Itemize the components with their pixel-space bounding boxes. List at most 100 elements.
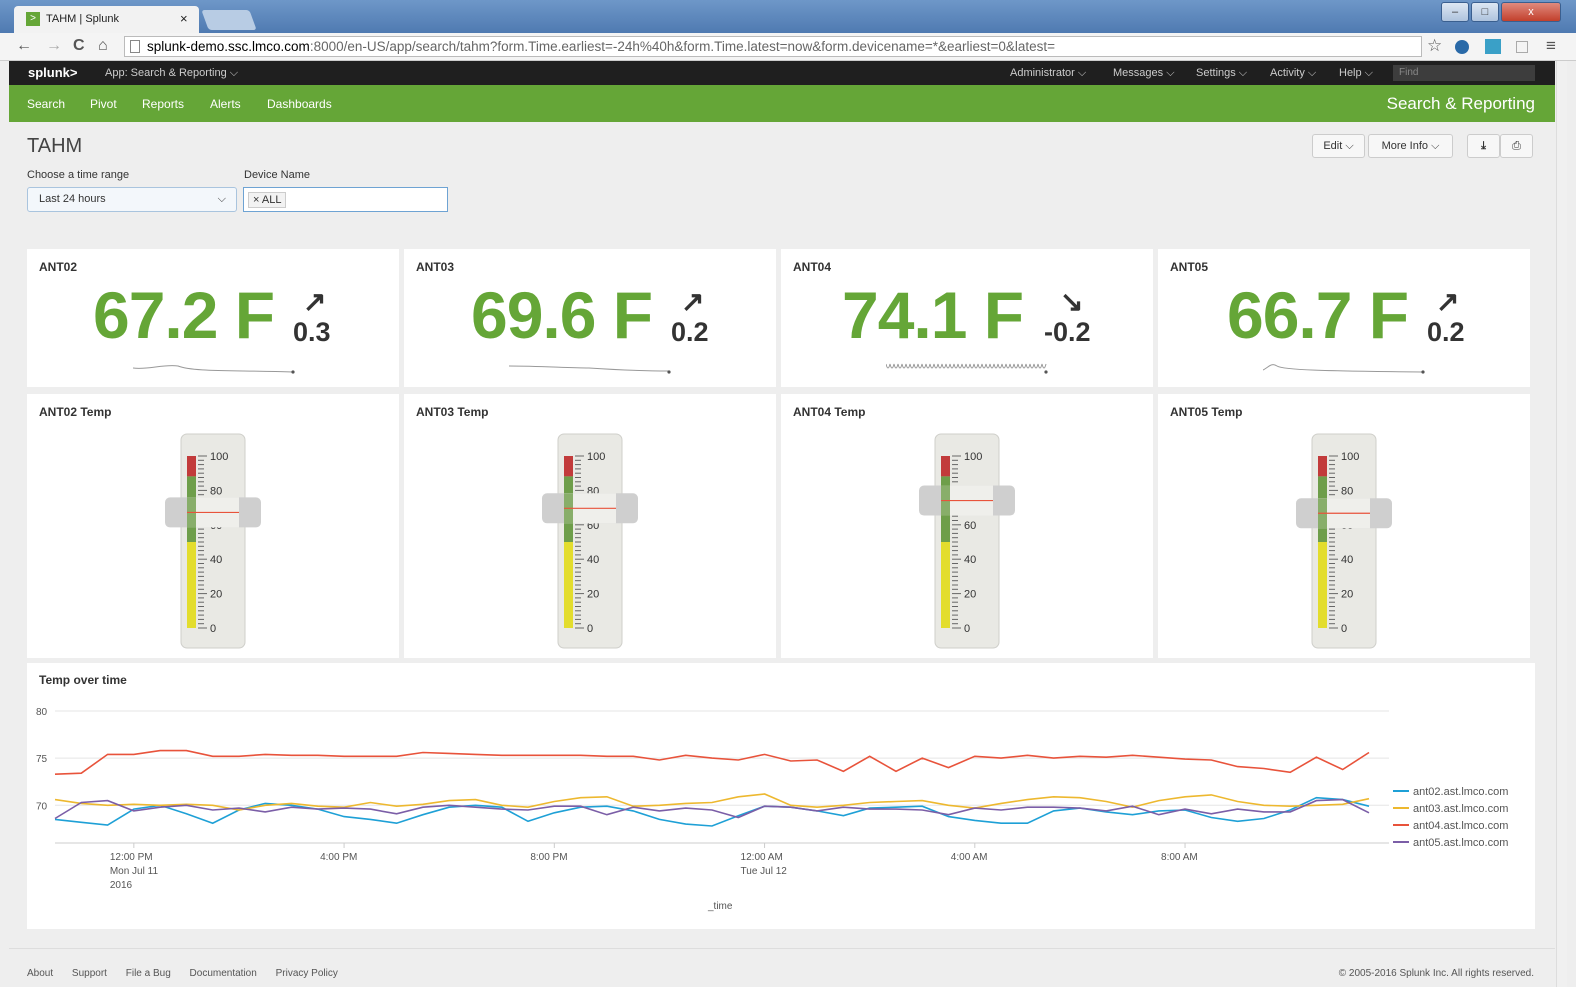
gauge-tick-label: 100 bbox=[1341, 451, 1359, 463]
gauge-tick-label: 80 bbox=[210, 485, 222, 497]
y-tick-label: 75 bbox=[36, 754, 48, 765]
sparkline bbox=[1263, 364, 1425, 374]
x-tick-label: 2016 bbox=[110, 880, 133, 891]
nav-pivot[interactable]: Pivot bbox=[90, 97, 117, 111]
browser-menu-icon[interactable]: ≡ bbox=[1546, 36, 1556, 56]
x-axis-label: _time bbox=[707, 901, 733, 912]
new-tab-button[interactable] bbox=[201, 10, 257, 30]
time-range-select[interactable]: Last 24 hours ⌵ bbox=[27, 187, 237, 212]
gauge-band-yellow bbox=[564, 542, 573, 628]
gauge-panel-2: ANT02 Temp100806040200 bbox=[27, 394, 399, 658]
device-token-all[interactable]: × ALL bbox=[248, 192, 287, 208]
gauge-tick-label: 0 bbox=[964, 623, 970, 635]
single-value-number: 74.1 F bbox=[842, 278, 1024, 352]
single-value-delta: 0.3 bbox=[293, 317, 331, 347]
trend-up-arrow-icon: ↗ bbox=[303, 286, 327, 317]
app-menu[interactable]: App: Search & Reporting ⌵ bbox=[105, 67, 238, 80]
window-minimize-button[interactable]: – bbox=[1441, 2, 1469, 22]
page-title: TAHM bbox=[27, 135, 83, 157]
nav-activity[interactable]: Activity ⌵ bbox=[1270, 67, 1316, 80]
edit-button[interactable]: Edit ⌵ bbox=[1312, 134, 1365, 158]
extension-box-icon[interactable] bbox=[1516, 41, 1528, 53]
sparkline-end-dot bbox=[667, 370, 671, 374]
nav-messages[interactable]: Messages ⌵ bbox=[1113, 67, 1175, 80]
gauge-panel-3: ANT03 Temp 100 80 60 40 20 0 bbox=[404, 394, 776, 658]
footer-about-link[interactable]: About bbox=[27, 968, 53, 979]
extension-globe-icon[interactable] bbox=[1455, 40, 1469, 54]
gauge-tick-label: 0 bbox=[1341, 623, 1347, 635]
footer-divider bbox=[9, 948, 1555, 949]
browser-tab[interactable]: > TAHM | Splunk × bbox=[14, 6, 199, 33]
footer-links: About Support File a Bug Documentation P… bbox=[27, 968, 354, 979]
reload-icon[interactable]: C bbox=[73, 37, 85, 55]
splunk-favicon-icon: > bbox=[26, 12, 40, 26]
sparkline-path bbox=[886, 363, 1047, 369]
marker-gauge: 100806040200 bbox=[919, 433, 1015, 649]
sparkline-end-dot bbox=[1421, 370, 1425, 374]
footer-documentation-link[interactable]: Documentation bbox=[190, 968, 257, 979]
single-value-number: 66.7 F bbox=[1227, 278, 1409, 352]
splunk-logo[interactable]: splunk> bbox=[28, 65, 78, 80]
nav-reports[interactable]: Reports bbox=[142, 97, 184, 111]
time-range-label: Choose a time range bbox=[27, 169, 130, 181]
nav-administrator[interactable]: Administrator ⌵ bbox=[1010, 67, 1086, 80]
tab-close-icon[interactable]: × bbox=[180, 11, 188, 26]
legend-label: ant03.ast.lmco.com bbox=[1413, 803, 1508, 815]
footer-privacy-link[interactable]: Privacy Policy bbox=[276, 968, 338, 979]
single-value-title: ANT05 bbox=[1170, 260, 1209, 274]
device-name-input[interactable]: × ALL bbox=[243, 187, 448, 212]
tab-title: TAHM | Splunk bbox=[46, 13, 119, 25]
forward-icon[interactable]: → bbox=[46, 37, 62, 55]
nav-settings[interactable]: Settings ⌵ bbox=[1196, 67, 1247, 80]
gauge-tick-label: 100 bbox=[587, 451, 605, 463]
sparkline bbox=[509, 365, 671, 374]
gauge-tick-label: 20 bbox=[964, 589, 976, 601]
sparkline-path bbox=[133, 365, 294, 373]
export-icon[interactable]: ⤓ bbox=[1467, 134, 1500, 158]
trend-up-arrow-icon: ↗ bbox=[1436, 286, 1460, 317]
nav-search[interactable]: Search bbox=[27, 97, 65, 111]
page-scrollbar[interactable] bbox=[1556, 61, 1567, 987]
single-value-delta: 0.2 bbox=[671, 317, 709, 347]
y-tick-label: 80 bbox=[36, 707, 48, 718]
find-input[interactable]: Find bbox=[1393, 65, 1535, 81]
sparkline-end-dot bbox=[291, 370, 295, 374]
more-info-button[interactable]: More Info ⌵ bbox=[1368, 134, 1453, 158]
sparkline bbox=[133, 365, 295, 374]
single-value-panel-ant05: ANT05 66.7 F ↗ 0.2 bbox=[1158, 249, 1530, 387]
time-range-value: Last 24 hours bbox=[39, 193, 106, 205]
window-close-button[interactable]: x bbox=[1501, 2, 1561, 22]
single-value-title: ANT04 bbox=[793, 260, 832, 274]
window-maximize-button[interactable]: □ bbox=[1471, 2, 1499, 22]
back-icon[interactable]: ← bbox=[16, 37, 32, 55]
gauge-tick-label: 0 bbox=[210, 623, 216, 635]
nav-dashboards[interactable]: Dashboards bbox=[267, 97, 332, 111]
single-value-title: ANT03 bbox=[416, 260, 455, 274]
copyright: © 2005-2016 Splunk Inc. All rights reser… bbox=[1338, 968, 1534, 979]
single-value-title: ANT02 bbox=[39, 260, 78, 274]
home-icon[interactable]: ⌂ bbox=[98, 37, 108, 55]
footer-support-link[interactable]: Support bbox=[72, 968, 107, 979]
print-icon[interactable]: ⎙ bbox=[1500, 134, 1533, 158]
gauge-band-yellow bbox=[941, 542, 950, 628]
x-tick-label: 4:00 AM bbox=[951, 852, 988, 863]
gauge-tick-label: 40 bbox=[587, 554, 599, 566]
temp-over-time-panel: Temp over time 80 75 70 12:00 PM Mon Jul 11 2… bbox=[27, 663, 1535, 929]
url-input[interactable]: splunk-demo.ssc.lmco.com:8000/en-US/app/… bbox=[124, 36, 1422, 57]
gauge-tick-label: 100 bbox=[210, 451, 228, 463]
nav-alerts[interactable]: Alerts bbox=[210, 97, 241, 111]
single-value-number: 69.6 F bbox=[471, 278, 653, 352]
extension-c-icon[interactable] bbox=[1485, 39, 1501, 54]
footer-file-bug-link[interactable]: File a Bug bbox=[126, 968, 171, 979]
sparkline bbox=[886, 363, 1048, 374]
single-value-number: 67.2 F bbox=[93, 278, 275, 352]
gauge-tick-label: 20 bbox=[210, 589, 222, 601]
address-bar-row: ← → C ⌂ splunk-demo.ssc.lmco.com:8000/en… bbox=[0, 33, 1576, 61]
bookmark-star-icon[interactable]: ☆ bbox=[1427, 36, 1442, 56]
marker-gauge: 100806040200 bbox=[165, 433, 261, 649]
nav-help[interactable]: Help ⌵ bbox=[1339, 67, 1373, 80]
temp-over-time-chart: 80 75 70 12:00 PM Mon Jul 11 2016 4:00 PM 8:00 … bbox=[36, 707, 1508, 912]
single-value-delta: -0.2 bbox=[1044, 317, 1091, 347]
sparkline-path bbox=[1263, 364, 1424, 373]
gauge-tick-label: 100 bbox=[964, 451, 982, 463]
